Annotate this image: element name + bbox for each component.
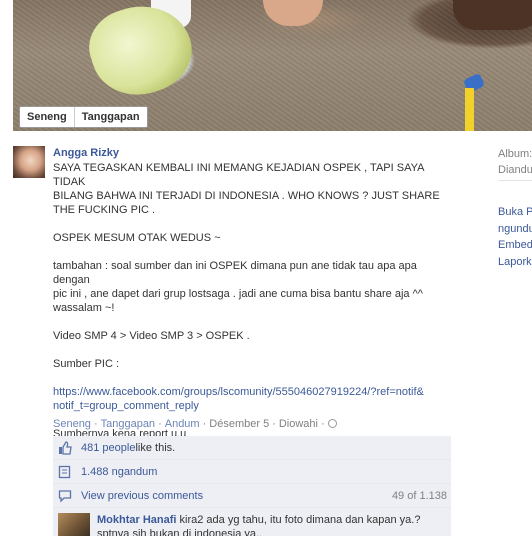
- photo-action-bar: Seneng Tanggapan: [19, 106, 148, 128]
- source-link-cont[interactable]: notif_t=group_comment_reply: [53, 399, 453, 413]
- message-line: tambahan : soal sumber dan ini OSPEK dim…: [53, 260, 417, 286]
- source-link[interactable]: https://www.facebook.com/groups/lscomuni…: [53, 385, 453, 399]
- separator: ·: [272, 418, 276, 430]
- seen-by[interactable]: Diowahi: [279, 418, 318, 430]
- sidebar-link-report[interactable]: Lapork: [498, 254, 532, 270]
- author-avatar[interactable]: [13, 146, 45, 178]
- source-link-line2[interactable]: notif_t=group_comment_reply: [53, 400, 199, 412]
- comment-count: 49 of 1.138: [391, 489, 447, 502]
- likes-row: 481 people like this.: [53, 436, 451, 460]
- feedback-box: 481 people like this. 1.488 ngandum View…: [53, 436, 451, 536]
- separator: ·: [158, 418, 162, 430]
- comment-text: kira2 ada yg tahu, itu foto dimana dan k…: [176, 514, 421, 526]
- comment-item: Mokhtar Hanafi kira2 ada yg tahu, itu fo…: [53, 508, 451, 536]
- commenter-avatar[interactable]: [58, 513, 90, 536]
- comment-link[interactable]: Tanggapan: [101, 418, 155, 430]
- message-gap: [53, 343, 453, 357]
- message-gap: [53, 371, 453, 385]
- sidebar-link-embed[interactable]: Embed: [498, 237, 532, 253]
- message-line: SAYA TEGASKAN KEMBALI INI MEMANG KEJADIA…: [53, 162, 424, 188]
- message-line: Sumber PIC :: [53, 358, 120, 370]
- message-gap: [53, 315, 453, 329]
- source-link-line1[interactable]: https://www.facebook.com/groups/lscomuni…: [53, 386, 424, 398]
- thumbs-up-icon: [58, 440, 72, 455]
- commenter-name[interactable]: Mokhtar Hanafi: [97, 514, 176, 526]
- shares-count-link[interactable]: 1.488 ngandum: [81, 466, 157, 478]
- post-body: Angga Rizky SAYA TEGASKAN KEMBALI INI ME…: [53, 146, 453, 441]
- post-date[interactable]: Désember 5: [209, 418, 269, 430]
- album-link[interactable]: Diandu: [498, 162, 532, 181]
- message-line: pic ini , ane dapet dari grup lostsaga .…: [53, 288, 423, 300]
- sidebar-links: Buka P ngundu Embed Lapork: [498, 204, 532, 270]
- separator: ·: [202, 418, 207, 430]
- comment-text-cont: sptnya sih bukan di indonesia ya..: [97, 528, 263, 536]
- post-actions: Seneng · Tanggapan · Andum · Désember 5 · Diowah…: [53, 417, 337, 431]
- separator: ·: [93, 418, 98, 430]
- view-previous-comments-link[interactable]: View previous comments: [81, 490, 203, 502]
- comment-bubble-icon: [58, 489, 72, 503]
- like-link[interactable]: Seneng: [53, 418, 91, 430]
- message-gap: [53, 245, 453, 259]
- clock-icon[interactable]: [327, 419, 337, 428]
- photo-comment-button[interactable]: Tanggapan: [73, 107, 147, 127]
- comment-body: Mokhtar Hanafi kira2 ada yg tahu, itu fo…: [97, 513, 420, 536]
- likes-suffix: like this.: [135, 441, 176, 454]
- sidebar-link-download[interactable]: ngundu: [498, 221, 532, 237]
- photo-stick: [465, 88, 474, 131]
- previous-comments-row: View previous comments 49 of 1.138: [53, 484, 451, 508]
- message-gap: [53, 217, 453, 231]
- post-message: SAYA TEGASKAN KEMBALI INI MEMANG KEJADIA…: [53, 161, 453, 441]
- message-line: BILANG BAHWA INI TERJADI DI INDONESIA . …: [53, 190, 440, 202]
- share-link[interactable]: Andum: [165, 418, 200, 430]
- photo-like-button[interactable]: Seneng: [20, 107, 74, 127]
- message-line: OSPEK MESUM OTAK WEDUS ~: [53, 232, 221, 244]
- separator: ·: [321, 418, 325, 430]
- author-name[interactable]: Angga Rizky: [53, 146, 453, 161]
- photo-sidebar: Album: Diandu Buka P ngundu Embed Lapork: [498, 146, 532, 270]
- message-line: Video SMP 4 > Video SMP 3 > OSPEK .: [53, 330, 250, 342]
- photo-leg: [453, 0, 532, 30]
- message-line: wassalam ~!: [53, 302, 115, 314]
- message-line: THE FUCKING PIC .: [53, 204, 156, 216]
- album-label: Album:: [498, 148, 532, 160]
- likes-count-link[interactable]: 481 people: [81, 442, 135, 454]
- sidebar-link-open[interactable]: Buka P: [498, 204, 532, 220]
- shares-row: 1.488 ngandum: [53, 460, 451, 484]
- share-icon: [58, 465, 72, 479]
